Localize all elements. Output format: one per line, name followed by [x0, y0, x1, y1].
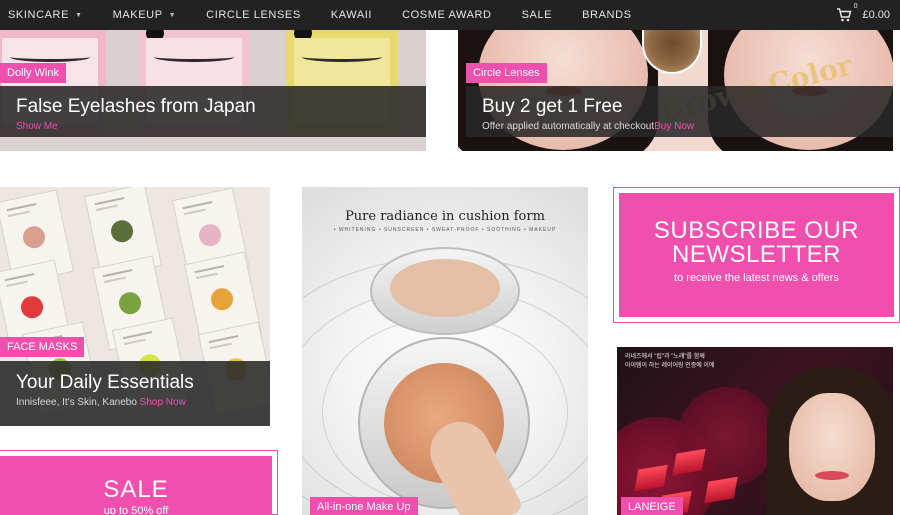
newsletter-title-line2: NEWSLETTER [671, 241, 841, 268]
main-navigation: SKINCARE ▼ MAKEUP ▼ CIRCLE LENSES KAWAII… [0, 0, 900, 30]
tile-caption: Your Daily Essentials Innisfeee, It's Sk… [0, 361, 270, 426]
nav-item-sale[interactable]: SALE [507, 0, 568, 30]
tile-caption: False Eyelashes from Japan Show Me [0, 86, 426, 137]
cushion-subline: • WHITENING • SUNSCREEN • SWEAT-PROOF • … [333, 227, 557, 233]
sale-subtitle: up to 50% off [103, 505, 169, 515]
promo-tile-laneige[interactable]: 라네즈에서 "립"과 "노래"를 함께 아이템이 하는 레이어링 인증에 이에 … [617, 347, 893, 515]
compact-lid [370, 247, 520, 335]
promo-tile-cushion[interactable]: Pure radiance in cushion form • WHITENIN… [302, 187, 588, 515]
newsletter-title-line1: SUBSCRIBE OUR [653, 217, 860, 244]
model-image [789, 393, 875, 501]
promo-text: 라네즈에서 "립"과 "노래"를 함께 [625, 354, 705, 360]
cart-total: £0.00 [862, 9, 890, 21]
shop-now-link[interactable]: Shop Now [140, 397, 186, 408]
nav-label: SKINCARE [8, 9, 70, 21]
tile-title: Buy 2 get 1 Free [482, 96, 623, 117]
cart-icon: 0 [836, 3, 857, 22]
category-tag: LANEIGE [621, 497, 683, 515]
tile-caption: Buy 2 get 1 Free Offer applied automatic… [466, 86, 893, 137]
nav-label: CIRCLE LENSES [206, 9, 301, 21]
nav-label: SALE [521, 9, 553, 21]
chevron-down-icon: ▼ [75, 11, 83, 19]
nav-item-kawaii[interactable]: KAWAII [316, 0, 387, 30]
promo-tile-eyelashes[interactable]: Dolly Wink False Eyelashes from Japan Sh… [0, 30, 426, 151]
sale-box: SALE up to 50% off [0, 456, 272, 514]
sale-banner[interactable]: SALE up to 50% off [0, 450, 278, 515]
category-tag: All-in-one Make Up [310, 497, 418, 515]
newsletter-box: SUBSCRIBE OUR NEWSLETTER to receive the … [619, 193, 894, 317]
nav-item-skincare[interactable]: SKINCARE ▼ [0, 0, 98, 30]
chevron-down-icon: ▼ [168, 11, 177, 19]
newsletter-banner[interactable]: SUBSCRIBE OUR NEWSLETTER to receive the … [613, 187, 900, 323]
offer-text: Offer applied automatically at checkout [482, 121, 655, 132]
tile-title: Your Daily Essentials [16, 372, 194, 393]
nav-item-makeup[interactable]: MAKEUP ▼ [98, 0, 192, 30]
promo-text: 아이템이 하는 레이어링 인증에 이에 [625, 363, 715, 369]
nav-label: MAKEUP [112, 9, 163, 21]
nav-item-cosme-award[interactable]: COSME AWARD [387, 0, 507, 30]
decor-image [677, 387, 777, 487]
nav-label: COSME AWARD [402, 9, 492, 21]
buy-now-link[interactable]: Buy Now [654, 121, 694, 132]
nav-label: KAWAII [330, 9, 373, 21]
category-tag: FACE MASKS [0, 337, 85, 357]
newsletter-text: to receive the latest news & offers [674, 272, 839, 284]
nav-label: BRANDS [582, 9, 632, 21]
cart-button[interactable]: 0 £0.00 [836, 0, 890, 30]
promo-tile-face-masks[interactable]: FACE MASKS Your Daily Essentials Innisfe… [0, 187, 270, 426]
tile-title: False Eyelashes from Japan [16, 96, 256, 117]
nav-item-circle-lenses[interactable]: CIRCLE LENSES [191, 0, 316, 30]
category-tag: Circle Lenses [466, 63, 547, 83]
nav-item-brands[interactable]: BRANDS [567, 0, 646, 30]
show-me-link[interactable]: Show Me [16, 121, 58, 132]
category-tag: Dolly Wink [0, 63, 66, 83]
brands-text: Innisfeee, It's Skin, Kanebo [16, 397, 137, 408]
cushion-headline: Pure radiance in cushion form [345, 209, 545, 224]
sale-title: SALE [103, 476, 169, 503]
cart-count: 0 [853, 3, 858, 10]
promo-tile-circle-lenses[interactable]: Brown Color Circle Lenses Buy 2 get 1 Fr… [458, 30, 893, 151]
